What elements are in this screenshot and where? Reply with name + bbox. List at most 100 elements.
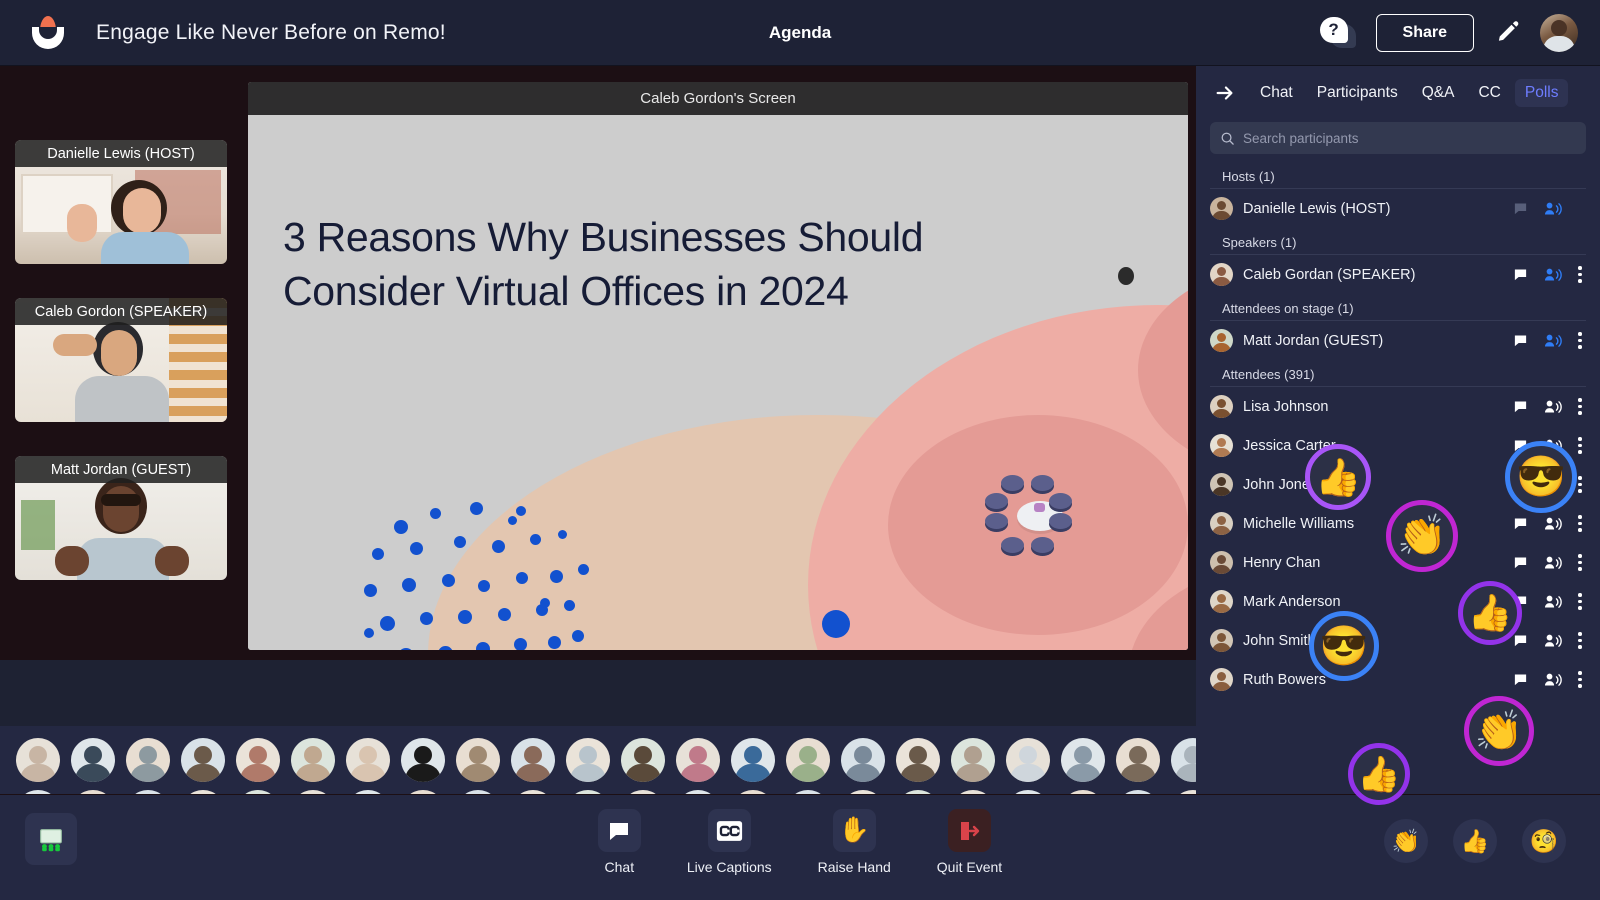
participant-row[interactable]: Lisa Johnson xyxy=(1196,387,1600,426)
slide-dot xyxy=(498,608,511,621)
slide-chair xyxy=(1049,493,1072,509)
more-options-icon[interactable] xyxy=(1578,266,1582,284)
slide-dot xyxy=(540,598,550,608)
slide-dark-dot xyxy=(1118,267,1134,285)
avatar-body xyxy=(515,764,551,782)
quit-event-button[interactable]: Quit Event xyxy=(937,809,1002,875)
attendee-avatar[interactable] xyxy=(1061,738,1105,782)
search-input[interactable] xyxy=(1243,131,1576,146)
attendee-avatar[interactable] xyxy=(621,738,665,782)
more-options-icon[interactable] xyxy=(1578,332,1582,350)
live-captions-button[interactable]: Live Captions xyxy=(687,809,772,875)
participant-row[interactable]: John Smith xyxy=(1196,621,1600,660)
avatar-body xyxy=(295,764,331,782)
chat-icon[interactable] xyxy=(1513,516,1528,531)
participant-name: Ruth Bowers xyxy=(1243,672,1513,688)
attendee-avatar[interactable] xyxy=(1116,738,1160,782)
attendee-avatar[interactable] xyxy=(786,738,830,782)
chat-icon[interactable] xyxy=(1513,333,1528,348)
attendee-avatar[interactable] xyxy=(346,738,390,782)
attendee-avatar[interactable] xyxy=(1006,738,1050,782)
tab-polls[interactable]: Polls xyxy=(1515,79,1569,107)
more-options-icon[interactable] xyxy=(1578,593,1582,611)
tab-chat[interactable]: Chat xyxy=(1250,79,1303,107)
avatar-head xyxy=(799,746,817,764)
reaction-sunglasses-2: 😎 xyxy=(1309,611,1379,681)
chat-icon[interactable] xyxy=(1513,201,1528,216)
chat-icon[interactable] xyxy=(1513,633,1528,648)
avatar[interactable] xyxy=(1540,14,1578,52)
participant-row[interactable]: Mark Anderson xyxy=(1196,582,1600,621)
slide-chair xyxy=(985,513,1008,529)
help-icon[interactable]: ? xyxy=(1316,14,1358,52)
participant-row[interactable]: Caleb Gordan (SPEAKER) xyxy=(1196,255,1600,294)
center-tools: Chat Live Captions ✋Raise Hand Quit Event xyxy=(0,809,1600,875)
chat-button[interactable]: Chat xyxy=(598,809,641,875)
attendee-avatar[interactable] xyxy=(566,738,610,782)
invite-to-stage-icon[interactable] xyxy=(1544,267,1562,283)
invite-to-stage-icon[interactable] xyxy=(1544,633,1562,649)
main-stage: Danielle Lewis (HOST) Caleb Gordon (SPEA… xyxy=(0,66,1196,660)
invite-to-stage-icon[interactable] xyxy=(1544,333,1562,349)
share-button[interactable]: Share xyxy=(1376,14,1474,52)
avatar-head xyxy=(1217,267,1226,276)
monocle-reaction-button[interactable]: 🧐 xyxy=(1522,819,1566,863)
invite-to-stage-icon[interactable] xyxy=(1544,672,1562,688)
closed-captions-icon xyxy=(708,809,751,852)
search-participants-bar[interactable] xyxy=(1210,122,1586,154)
attendee-avatar[interactable] xyxy=(126,738,170,782)
participant-row[interactable]: Ruth Bowers xyxy=(1196,660,1600,699)
participant-name: John Jones xyxy=(1243,477,1513,493)
attendee-avatar[interactable] xyxy=(236,738,280,782)
tab-q-a[interactable]: Q&A xyxy=(1412,79,1465,107)
chat-icon[interactable] xyxy=(1513,555,1528,570)
attendee-avatar[interactable] xyxy=(291,738,335,782)
more-options-icon[interactable] xyxy=(1578,671,1582,689)
attendee-avatar[interactable] xyxy=(896,738,940,782)
chat-icon[interactable] xyxy=(1513,672,1528,687)
clap-reaction-button[interactable]: 👏 xyxy=(1384,819,1428,863)
invite-to-stage-icon[interactable] xyxy=(1544,399,1562,415)
invite-to-stage-icon[interactable] xyxy=(1544,201,1562,217)
more-options-icon[interactable] xyxy=(1578,515,1582,533)
more-options-icon[interactable] xyxy=(1578,632,1582,650)
attendee-avatar[interactable] xyxy=(511,738,555,782)
avatar-body xyxy=(1212,526,1231,535)
video-tile-host[interactable]: Danielle Lewis (HOST) xyxy=(15,140,227,264)
more-options-icon[interactable] xyxy=(1578,398,1582,416)
more-options-icon[interactable] xyxy=(1578,554,1582,572)
attendee-avatar[interactable] xyxy=(16,738,60,782)
arrow-right-icon[interactable] xyxy=(1210,78,1240,108)
more-options-icon[interactable] xyxy=(1578,476,1582,494)
avatar-body xyxy=(1212,487,1231,496)
attendee-avatar[interactable] xyxy=(456,738,500,782)
invite-to-stage-icon[interactable] xyxy=(1544,516,1562,532)
participant-row[interactable]: Matt Jordan (GUEST) xyxy=(1196,321,1600,360)
raise-hand-button[interactable]: ✋Raise Hand xyxy=(818,809,891,875)
chat-icon[interactable] xyxy=(1513,399,1528,414)
tab-participants[interactable]: Participants xyxy=(1307,79,1408,107)
attendee-avatar[interactable] xyxy=(951,738,995,782)
screen-share-panel[interactable]: Caleb Gordon's Screen xyxy=(248,82,1188,650)
attendee-avatar[interactable] xyxy=(71,738,115,782)
thumbsup-reaction-button[interactable]: 👍 xyxy=(1453,819,1497,863)
reaction-buttons: 👏 👍 🧐 xyxy=(1384,819,1566,863)
help-icon-glyph: ? xyxy=(1320,17,1348,43)
invite-to-stage-icon[interactable] xyxy=(1544,594,1562,610)
invite-to-stage-icon[interactable] xyxy=(1544,555,1562,571)
video-tile-speaker[interactable]: Caleb Gordon (SPEAKER) xyxy=(15,298,227,422)
chat-icon[interactable] xyxy=(1513,267,1528,282)
attendee-avatar[interactable] xyxy=(676,738,720,782)
attendee-avatar[interactable] xyxy=(181,738,225,782)
attendee-avatar[interactable] xyxy=(401,738,445,782)
attendee-avatar[interactable] xyxy=(841,738,885,782)
participant-row[interactable]: Danielle Lewis (HOST) xyxy=(1196,189,1600,228)
avatar-head xyxy=(1217,333,1226,342)
slide-dot xyxy=(476,642,490,650)
attendee-avatar[interactable] xyxy=(731,738,775,782)
participant-avatar xyxy=(1210,668,1233,691)
pencil-icon[interactable] xyxy=(1492,18,1522,48)
tab-cc[interactable]: CC xyxy=(1468,79,1510,107)
more-options-icon[interactable] xyxy=(1578,437,1582,455)
video-tile-guest[interactable]: Matt Jordan (GUEST) xyxy=(15,456,227,580)
